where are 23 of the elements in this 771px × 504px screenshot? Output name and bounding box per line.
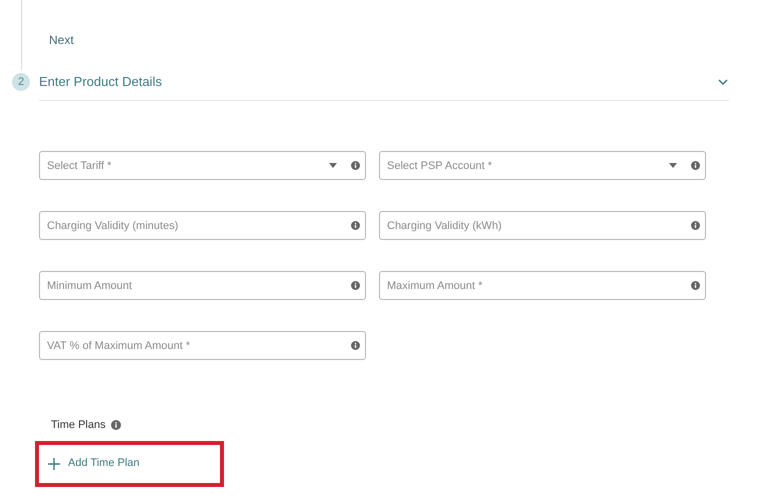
step-number: 2 — [12, 73, 30, 91]
info-icon — [691, 221, 700, 230]
input-field[interactable]: Maximum Amount * — [379, 271, 706, 300]
info-icon — [351, 341, 360, 350]
section-label: Time Plans — [51, 418, 106, 433]
dropdown-caret-icon — [669, 163, 677, 168]
input-field[interactable]: Minimum Amount — [39, 271, 366, 300]
select-field[interactable]: Select PSP Account * — [379, 151, 706, 180]
input-field[interactable]: Charging Validity (kWh) — [379, 211, 706, 240]
next-button[interactable]: Next — [44, 29, 79, 51]
step-title: Enter Product Details — [39, 73, 162, 92]
info-icon — [691, 281, 700, 290]
input-field[interactable]: Charging Validity (minutes) — [39, 211, 366, 240]
info-icon — [351, 161, 360, 170]
select-field[interactable]: Select Tariff * — [39, 151, 366, 180]
input-field[interactable]: VAT % of Maximum Amount * — [39, 331, 366, 360]
dropdown-caret-icon — [329, 163, 337, 168]
info-icon — [110, 420, 121, 430]
info-icon — [351, 281, 360, 290]
info-icon — [351, 221, 360, 230]
add-time-plan-button[interactable]: Add Time Plan — [48, 455, 140, 472]
plus-icon — [48, 458, 60, 470]
info-icon — [691, 161, 700, 170]
